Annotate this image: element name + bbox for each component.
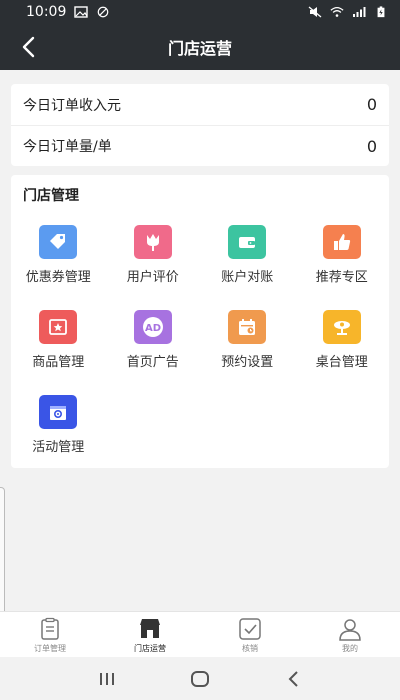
- tile-label: 预约设置: [221, 355, 274, 370]
- wifi-icon: [330, 7, 344, 17]
- system-nav-bar: [0, 657, 400, 700]
- stat-value: 0: [366, 136, 377, 156]
- home-button[interactable]: [180, 664, 220, 694]
- status-time: 10:09: [26, 4, 67, 20]
- battery-charging-icon: [377, 6, 385, 18]
- back-icon: [288, 670, 299, 687]
- product-management-button[interactable]: 商品管理: [11, 310, 106, 370]
- table-icon: [322, 310, 361, 344]
- tile-label: 首页广告: [126, 355, 179, 370]
- account-reconciliation-button[interactable]: 账户对账: [200, 225, 295, 285]
- mute-icon: [308, 6, 322, 18]
- tile-label: 桌台管理: [315, 355, 368, 370]
- tab-mine[interactable]: 我的: [300, 616, 400, 654]
- status-bar: 10:09: [0, 0, 400, 24]
- tile-label: 推荐专区: [315, 270, 368, 285]
- recent-apps-icon: [99, 672, 114, 685]
- recent-apps-button[interactable]: [87, 664, 127, 694]
- page-title: 门店运营: [167, 39, 232, 58]
- coupon-management-button[interactable]: 优惠券管理: [11, 225, 106, 285]
- chevron-left-icon: [22, 36, 35, 58]
- reservation-settings-button[interactable]: 预约设置: [200, 310, 295, 370]
- tab-verify[interactable]: 核销: [200, 616, 300, 654]
- signal-icon: [353, 7, 366, 17]
- tab-order-management[interactable]: 订单管理: [0, 616, 100, 654]
- tab-label: 门店运营: [134, 643, 166, 653]
- tile-label: 优惠券管理: [25, 270, 91, 285]
- tab-label: 核销: [242, 643, 258, 653]
- calendar-icon: [228, 310, 267, 344]
- activity-management-button[interactable]: 活动管理: [11, 395, 106, 455]
- section-title: 门店管理: [23, 188, 79, 204]
- wallet-icon: [228, 225, 267, 259]
- tile-label: 用户评价: [126, 270, 179, 285]
- image-notification-icon: [74, 6, 89, 18]
- user-icon: [339, 618, 361, 641]
- thumbs-up-icon: [322, 225, 361, 259]
- homepage-ads-button[interactable]: AD 首页广告: [106, 310, 201, 370]
- today-stats-card: 今日订单收入元 0 今日订单量/单 0: [11, 84, 389, 166]
- recommended-zone-button[interactable]: 推荐专区: [295, 225, 390, 285]
- ad-icon: AD: [133, 310, 172, 344]
- star-box-icon: [39, 310, 78, 344]
- svg-text:AD: AD: [145, 323, 161, 334]
- system-back-button[interactable]: [273, 664, 313, 694]
- back-button[interactable]: [14, 32, 44, 62]
- order-list-icon: [41, 617, 59, 640]
- stat-row-orders: 今日订单量/单 0: [11, 125, 389, 166]
- tile-label: 账户对账: [221, 270, 274, 285]
- tile-label: 活动管理: [32, 440, 85, 455]
- tab-label: 订单管理: [34, 643, 66, 653]
- gift-gear-icon: [39, 395, 78, 429]
- home-icon: [190, 670, 209, 687]
- stat-value: 0: [366, 95, 377, 114]
- tab-label: 我的: [342, 643, 358, 653]
- tile-label: 商品管理: [32, 355, 85, 370]
- stat-label: 今日订单收入元: [23, 97, 121, 114]
- flower-icon: [133, 225, 172, 259]
- store-management-card: 门店管理 优惠券管理 用户评价 账户对账 推荐专区 商品管理 AD 首页广告 预…: [11, 175, 389, 468]
- tab-store-operations[interactable]: 门店运营: [100, 616, 200, 654]
- stat-row-income: 今日订单收入元 0: [11, 84, 389, 125]
- user-review-button[interactable]: 用户评价: [106, 225, 201, 285]
- nav-bar: 门店运营: [0, 24, 400, 70]
- coupon-icon: [39, 225, 78, 259]
- blocked-notification-icon: [98, 6, 109, 18]
- table-management-button[interactable]: 桌台管理: [295, 310, 390, 370]
- verify-check-icon: [239, 617, 261, 640]
- stat-label: 今日订单量/单: [23, 139, 112, 155]
- side-drawer-handle[interactable]: [0, 487, 5, 615]
- store-icon: [140, 618, 160, 638]
- bottom-tab-bar: 订单管理 门店运营 核销 我的: [0, 611, 400, 657]
